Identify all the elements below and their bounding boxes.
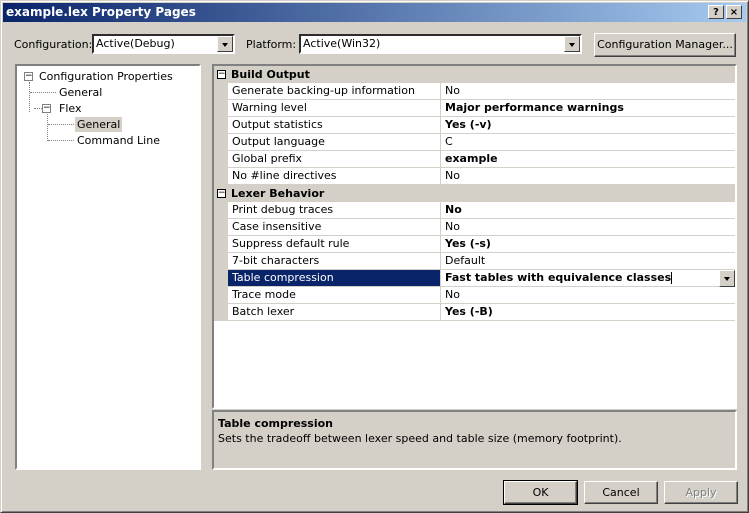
property-row[interactable]: Suppress default rule Yes (-s): [214, 236, 735, 253]
property-value[interactable]: No: [441, 287, 735, 304]
description-panel: Table compression Sets the tradeoff betw…: [212, 410, 737, 470]
property-row[interactable]: Generate backing-up information No: [214, 83, 735, 100]
chevron-down-icon: [569, 43, 575, 47]
window-title: example.lex Property Pages: [6, 5, 196, 19]
property-value[interactable]: No: [441, 168, 735, 185]
collapse-icon[interactable]: −: [24, 72, 33, 81]
property-value[interactable]: Default: [441, 253, 735, 270]
help-button[interactable]: ?: [708, 5, 724, 19]
property-grid: − Build Output Generate backing-up infor…: [212, 64, 737, 409]
close-icon: ×: [729, 7, 739, 18]
ok-button[interactable]: OK: [503, 480, 578, 505]
property-pages-dialog: example.lex Property Pages ? × Configura…: [0, 0, 749, 513]
property-name: Table compression: [228, 270, 441, 287]
property-value[interactable]: No: [441, 83, 735, 100]
tree-item-flex[interactable]: Flex: [59, 101, 81, 116]
property-value[interactable]: Major performance warnings: [441, 100, 735, 117]
collapse-icon[interactable]: −: [217, 70, 226, 79]
property-row[interactable]: Print debug traces No: [214, 202, 735, 219]
property-row[interactable]: Trace mode No: [214, 287, 735, 304]
property-name: Output statistics: [228, 117, 441, 134]
property-row[interactable]: No #line directives No: [214, 168, 735, 185]
property-row-selected[interactable]: Table compression Fast tables with equiv…: [214, 270, 735, 287]
property-value[interactable]: example: [441, 151, 735, 168]
cancel-button[interactable]: Cancel: [584, 481, 658, 504]
property-value[interactable]: Yes (-B): [441, 304, 735, 321]
property-value[interactable]: C: [441, 134, 735, 151]
tree-item-configuration-properties[interactable]: Configuration Properties: [39, 69, 173, 84]
configuration-label: Configuration:: [14, 38, 93, 51]
property-name: Trace mode: [228, 287, 441, 304]
collapse-icon[interactable]: −: [42, 104, 51, 113]
property-value[interactable]: No: [441, 219, 735, 236]
property-name: Warning level: [228, 100, 441, 117]
category-lexer-behavior[interactable]: − Lexer Behavior: [214, 185, 735, 202]
property-row[interactable]: Output language C: [214, 134, 735, 151]
property-value: Fast tables with equivalence classes: [445, 271, 672, 284]
property-name: Generate backing-up information: [228, 83, 441, 100]
tree-item-general[interactable]: General: [59, 85, 102, 100]
property-name: Suppress default rule: [228, 236, 441, 253]
property-name: Batch lexer: [228, 304, 441, 321]
platform-label: Platform:: [246, 38, 297, 51]
platform-value: Active(Win32): [303, 37, 381, 50]
property-name: No #line directives: [228, 168, 441, 185]
property-row[interactable]: Global prefix example: [214, 151, 735, 168]
tree-item-command-line[interactable]: Command Line: [77, 133, 160, 148]
property-row[interactable]: Warning level Major performance warnings: [214, 100, 735, 117]
property-value[interactable]: Yes (-s): [441, 236, 735, 253]
category-build-output[interactable]: − Build Output: [214, 66, 735, 83]
configuration-combo[interactable]: Active(Debug): [92, 34, 235, 54]
collapse-icon[interactable]: −: [217, 189, 226, 198]
description-text: Sets the tradeoff between lexer speed an…: [218, 432, 622, 445]
tree-item-flex-general[interactable]: General: [75, 117, 123, 132]
text-caret: [671, 272, 673, 284]
property-row[interactable]: 7-bit characters Default: [214, 253, 735, 270]
property-row[interactable]: Case insensitive No: [214, 219, 735, 236]
property-row[interactable]: Batch lexer Yes (-B): [214, 304, 735, 321]
property-row[interactable]: Output statistics Yes (-v): [214, 117, 735, 134]
configuration-manager-button[interactable]: Configuration Manager...: [594, 33, 736, 57]
property-name: Global prefix: [228, 151, 441, 168]
configuration-value: Active(Debug): [96, 37, 175, 50]
property-value[interactable]: No: [441, 202, 735, 219]
chevron-down-icon: [724, 277, 730, 281]
property-name: Case insensitive: [228, 219, 441, 236]
description-title: Table compression: [218, 417, 333, 430]
chevron-down-icon: [222, 43, 228, 47]
platform-dropdown-button[interactable]: [564, 36, 580, 52]
platform-combo[interactable]: Active(Win32): [299, 34, 582, 54]
property-name: Print debug traces: [228, 202, 441, 219]
close-button[interactable]: ×: [726, 5, 742, 19]
title-bar: example.lex Property Pages ? ×: [3, 3, 746, 22]
configuration-dropdown-button[interactable]: [217, 36, 233, 52]
property-tree[interactable]: − Configuration Properties General − Fle…: [15, 64, 201, 470]
value-dropdown-button[interactable]: [719, 270, 735, 287]
property-name: 7-bit characters: [228, 253, 441, 270]
property-name: Output language: [228, 134, 441, 151]
apply-button[interactable]: Apply: [664, 481, 738, 504]
property-value-editor[interactable]: Fast tables with equivalence classes: [441, 270, 735, 287]
property-value[interactable]: Yes (-v): [441, 117, 735, 134]
